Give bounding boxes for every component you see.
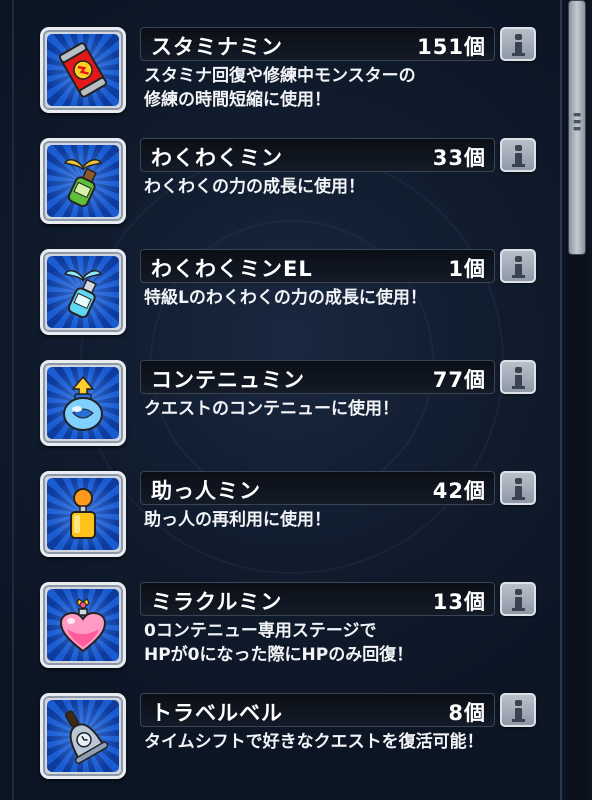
item-row-continumin[interactable]: コンテニュミン 77個 クエストのコンテニューに使用！ [40,360,540,446]
sprout-bottle-icon [63,159,103,208]
bell-icon [64,710,109,764]
item-name: わくわくミン [151,146,283,170]
item-icon-frame [40,138,126,224]
item-name: スタミナミン [151,35,283,59]
grip-icon: ▬ ▬ ▬ [572,110,582,134]
item-row-staminamin[interactable]: スタミナミン 151個 スタミナ回復や修練中モンスターの 修練の時間短縮に使用！ [40,27,540,113]
stamina-can-icon [58,42,108,98]
item-name-bar: わくわくミンEL 1個 [140,249,495,283]
item-description: タイムシフトで好きなクエストを復活可能！ [144,732,484,752]
item-name: 助っ人ミン [151,479,261,503]
item-name-bar: スタミナミン 151個 [140,27,495,61]
item-row-wakuwakumin[interactable]: わくわくミン 33個 わくわくの力の成長に使用！ [40,138,540,224]
info-button[interactable] [500,360,536,394]
item-icon-frame [40,582,126,668]
item-icon-frame [40,693,126,779]
item-count: 1個 [448,257,486,281]
item-count: 8個 [448,701,486,725]
item-icon-frame [40,249,126,335]
item-description: スタミナ回復や修練中モンスターの 修練の時間短縮に使用！ [144,66,416,110]
item-row-miracle-min[interactable]: ミラクルミン 13個 0コンテニュー専用ステージで HPが0になった際にHPのみ… [40,582,540,668]
info-button[interactable] [500,582,536,616]
el-bottle-icon [63,270,103,319]
helper-figure-icon [70,488,96,539]
continue-orb-icon [63,375,103,431]
item-name-bar: コンテニュミン 77個 [140,360,495,394]
item-row-travel-bell[interactable]: トラベルベル 8個 タイムシフトで好きなクエストを復活可能！ [40,693,540,779]
item-count: 151個 [417,35,486,59]
item-count: 13個 [432,590,486,614]
item-name-bar: 助っ人ミン 42個 [140,471,495,505]
item-icon-frame [40,471,126,557]
item-count: 33個 [432,146,486,170]
item-name-bar: ミラクルミン 13個 [140,582,495,616]
item-description: 0コンテニュー専用ステージで HPが0になった際にHPのみ回復！ [144,621,414,665]
item-count: 42個 [432,479,486,503]
info-button[interactable] [500,27,536,61]
item-description: 特級Lのわくわくの力の成長に使用！ [144,288,427,308]
item-row-wakuwakumin-el[interactable]: わくわくミンEL 1個 特級Lのわくわくの力の成長に使用！ [40,249,540,335]
item-description: わくわくの力の成長に使用！ [144,177,365,197]
heart-bottle-icon [59,598,107,653]
item-name: コンテニュミン [151,368,305,392]
item-icon-frame [40,27,126,113]
item-name: わくわくミンEL [151,257,313,281]
item-count: 77個 [432,368,486,392]
item-name-bar: トラベルベル 8個 [140,693,495,727]
item-list-panel: スタミナミン 151個 スタミナ回復や修練中モンスターの 修練の時間短縮に使用！ [0,0,562,800]
info-button[interactable] [500,693,536,727]
info-button[interactable] [500,138,536,172]
item-name: トラベルベル [151,701,283,725]
item-name-bar: わくわくミン 33個 [140,138,495,172]
item-name: ミラクルミン [151,590,283,614]
info-button[interactable] [500,471,536,505]
item-icon-frame [40,360,126,446]
item-description: クエストのコンテニューに使用！ [144,399,399,419]
item-row-suketto-min[interactable]: 助っ人ミン 42個 助っ人の再利用に使用！ [40,471,540,557]
info-button[interactable] [500,249,536,283]
item-description: 助っ人の再利用に使用！ [144,510,331,530]
